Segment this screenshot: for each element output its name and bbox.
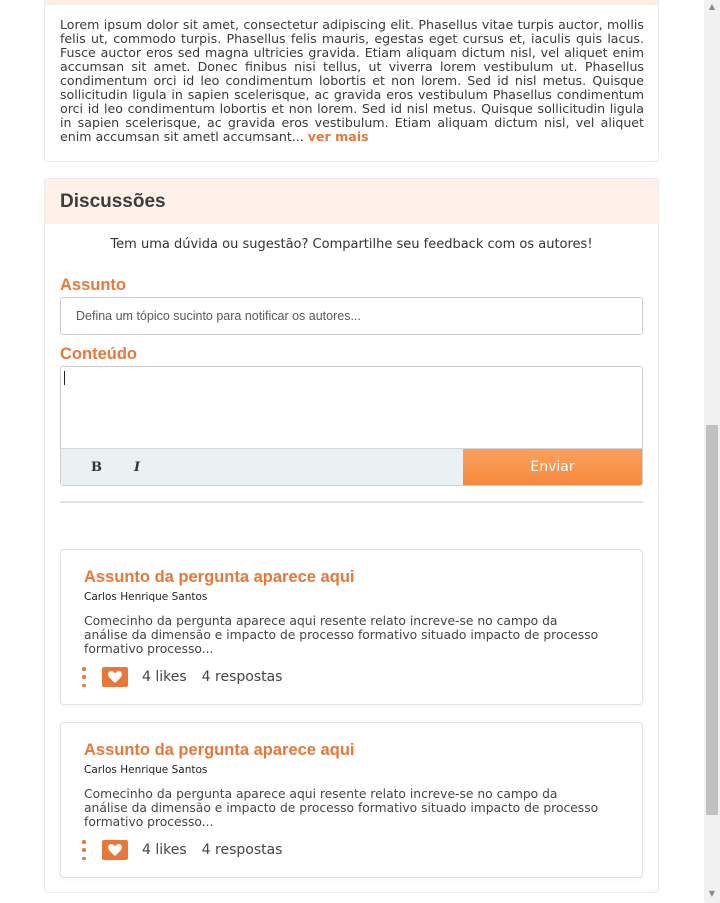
scroll-up-icon[interactable]: ▲ — [707, 2, 717, 12]
question-actions: 4 likes 4 respostas — [82, 839, 282, 861]
editor-bar: B I Enviar — [61, 448, 642, 485]
subject-input[interactable] — [60, 297, 643, 335]
discussions-title: Discussões — [60, 190, 166, 212]
heart-icon — [108, 671, 122, 683]
question-author: Carlos Henrique Santos — [84, 764, 208, 776]
content-editor: B I Enviar — [60, 366, 643, 486]
likes-count: 4 likes — [142, 669, 187, 685]
discussions-header: Discussões — [45, 179, 658, 224]
content-textarea[interactable] — [61, 367, 642, 449]
description-body: Lorem ipsum dolor sit amet, consectetur … — [60, 17, 644, 144]
kebab-menu-icon[interactable] — [82, 667, 88, 687]
question-actions: 4 likes 4 respostas — [82, 666, 282, 688]
discussions-card: Discussões Tem uma dúvida ou sugestão? C… — [44, 178, 659, 893]
description-card-header-strip — [45, 0, 658, 5]
question-author: Carlos Henrique Santos — [84, 591, 208, 603]
description-text: Lorem ipsum dolor sit amet, consectetur … — [60, 18, 644, 144]
content-label: Conteúdo — [60, 345, 137, 363]
heart-icon — [108, 844, 122, 856]
read-more-link[interactable]: ver mais — [308, 129, 369, 144]
like-button[interactable] — [102, 840, 128, 860]
answers-count: 4 respostas — [201, 669, 283, 685]
question-card[interactable]: Assunto da pergunta aparece aqui Carlos … — [60, 722, 643, 878]
question-title[interactable]: Assunto da pergunta aparece aqui — [84, 568, 354, 587]
bold-icon[interactable]: B — [91, 460, 102, 475]
divider — [60, 501, 643, 503]
italic-icon[interactable]: I — [134, 460, 140, 475]
like-button[interactable] — [102, 667, 128, 687]
scroll-down-icon[interactable]: ▼ — [707, 889, 717, 899]
formatting-toolbar: B I — [61, 449, 463, 485]
description-card: Lorem ipsum dolor sit amet, consectetur … — [44, 0, 659, 162]
subject-label: Assunto — [60, 276, 126, 294]
likes-count: 4 likes — [142, 842, 187, 858]
question-title[interactable]: Assunto da pergunta aparece aqui — [84, 741, 354, 760]
question-card[interactable]: Assunto da pergunta aparece aqui Carlos … — [60, 549, 643, 705]
question-excerpt: Comecinho da pergunta aparece aqui resen… — [84, 614, 599, 656]
discussions-intro: Tem uma dúvida ou sugestão? Compartilhe … — [110, 237, 593, 252]
text-caret — [64, 371, 65, 385]
scrollbar-thumb[interactable] — [706, 425, 718, 815]
answers-count: 4 respostas — [201, 842, 283, 858]
kebab-menu-icon[interactable] — [82, 840, 88, 860]
send-button[interactable]: Enviar — [463, 449, 642, 485]
question-excerpt: Comecinho da pergunta aparece aqui resen… — [84, 787, 599, 829]
